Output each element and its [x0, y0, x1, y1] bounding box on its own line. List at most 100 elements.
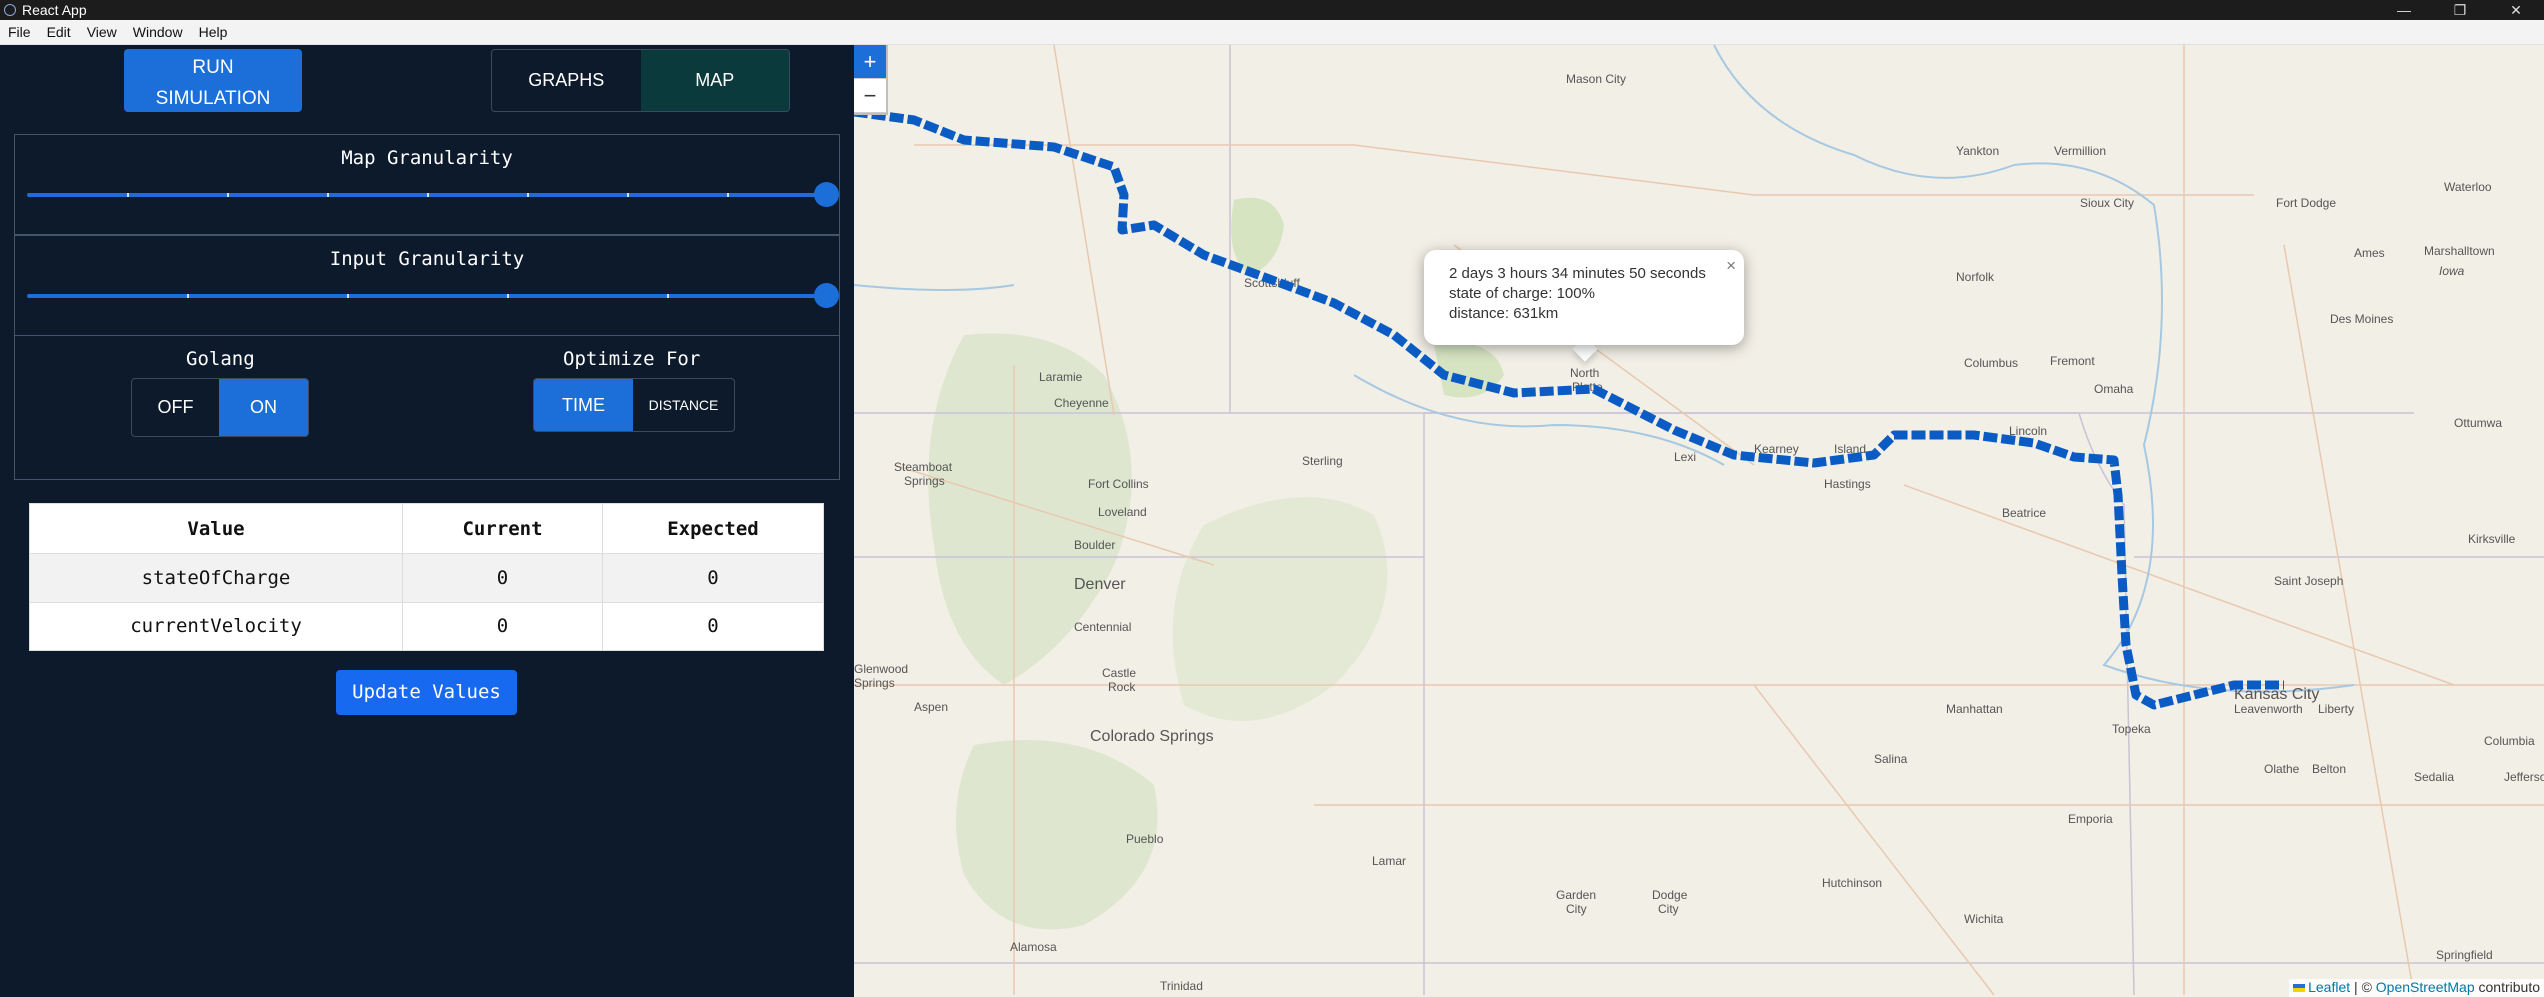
svg-text:Springs: Springs: [854, 676, 895, 690]
window-titlebar: React App — ❐ ✕: [0, 0, 2544, 20]
osm-link[interactable]: OpenStreetMap: [2376, 979, 2475, 995]
svg-text:Rock: Rock: [1108, 680, 1136, 694]
golang-title: Golang: [186, 348, 255, 370]
map-granularity-title: Map Granularity: [341, 147, 513, 169]
input-granularity-panel: Input Granularity: [14, 235, 840, 336]
svg-text:Colorado Springs: Colorado Springs: [1090, 728, 1214, 745]
ukraine-flag-icon: [2293, 984, 2306, 992]
view-toggle: GRAPHS MAP: [491, 49, 790, 112]
svg-text:Denver: Denver: [1074, 576, 1126, 593]
popup-charge: state of charge: 100%: [1449, 285, 1595, 302]
svg-text:Springs: Springs: [904, 474, 945, 488]
svg-text:Olathe: Olathe: [2264, 762, 2300, 776]
svg-text:Steamboat: Steamboat: [894, 460, 953, 474]
svg-text:Castle: Castle: [1102, 666, 1136, 680]
svg-text:Columbus: Columbus: [1964, 356, 2018, 370]
input-granularity-thumb[interactable]: [814, 283, 839, 308]
svg-text:Marshalltown: Marshalltown: [2424, 244, 2495, 258]
svg-text:Fremont: Fremont: [2050, 354, 2095, 368]
zoom-out-button[interactable]: −: [854, 79, 886, 113]
header-current: Current: [402, 503, 603, 554]
minimize-button[interactable]: —: [2376, 0, 2432, 20]
svg-text:Des Moines: Des Moines: [2330, 312, 2393, 326]
row-expected: 0: [602, 553, 824, 603]
svg-text:Manhattan: Manhattan: [1946, 702, 2003, 716]
svg-text:Garden: Garden: [1556, 888, 1596, 902]
map-granularity-thumb[interactable]: [814, 182, 839, 207]
svg-text:Hutchinson: Hutchinson: [1822, 876, 1882, 890]
optimize-toggle: TIME DISTANCE: [533, 378, 735, 432]
svg-text:Lamar: Lamar: [1372, 854, 1406, 868]
optimize-time-button[interactable]: TIME: [534, 379, 634, 431]
svg-text:Mason City: Mason City: [1566, 72, 1626, 86]
svg-text:Leavenworth: Leavenworth: [2234, 702, 2303, 716]
popup-duration: 2 days 3 hours 34 minutes 50 seconds: [1449, 265, 1706, 282]
map-tab[interactable]: MAP: [640, 50, 789, 111]
svg-text:Pueblo: Pueblo: [1126, 832, 1164, 846]
control-panel: RUN SIMULATION GRAPHS MAP Map Granularit…: [0, 45, 854, 997]
input-granularity-title: Input Granularity: [329, 248, 525, 270]
table-row: stateOfCharge 0 0: [29, 553, 824, 603]
svg-text:Alamosa: Alamosa: [1010, 940, 1057, 954]
svg-text:Boulder: Boulder: [1074, 538, 1115, 552]
svg-text:Trinidad: Trinidad: [1160, 979, 1203, 993]
menubar: File Edit View Window Help: [0, 20, 2544, 45]
menu-edit[interactable]: Edit: [39, 24, 79, 40]
row-expected: 0: [602, 601, 824, 651]
zoom-in-button[interactable]: +: [854, 45, 886, 79]
map-granularity-panel: Map Granularity: [14, 134, 840, 235]
svg-text:Omaha: Omaha: [2094, 382, 2134, 396]
values-table: Value Current Expected stateOfCharge 0 0…: [29, 503, 824, 651]
update-values-button[interactable]: Update Values: [336, 670, 517, 715]
svg-text:Kirksville: Kirksville: [2468, 532, 2516, 546]
svg-text:Fort Dodge: Fort Dodge: [2276, 196, 2336, 210]
svg-text:Ottumwa: Ottumwa: [2454, 416, 2502, 430]
row-current: 0: [402, 601, 603, 651]
svg-text:Columbia: Columbia: [2484, 734, 2535, 748]
svg-text:Hastings: Hastings: [1824, 477, 1871, 491]
svg-text:Loveland: Loveland: [1098, 505, 1147, 519]
row-name: stateOfCharge: [29, 553, 403, 603]
svg-text:Vermillion: Vermillion: [2054, 144, 2106, 158]
svg-text:Cheyenne: Cheyenne: [1054, 396, 1109, 410]
map-view[interactable]: Mason City Yankton Vermillion Waterloo Sio…: [854, 45, 2544, 997]
golang-off-button[interactable]: OFF: [132, 379, 219, 436]
menu-window[interactable]: Window: [125, 24, 191, 40]
svg-text:Beatrice: Beatrice: [2002, 506, 2046, 520]
run-simulation-button[interactable]: RUN SIMULATION: [124, 49, 302, 112]
golang-on-button[interactable]: ON: [219, 379, 308, 436]
menu-help[interactable]: Help: [191, 24, 236, 40]
row-name: currentVelocity: [29, 601, 403, 651]
optimize-distance-button[interactable]: DISTANCE: [633, 379, 734, 431]
maximize-button[interactable]: ❐: [2432, 0, 2488, 20]
svg-text:Sioux City: Sioux City: [2080, 196, 2134, 210]
window-title: React App: [22, 2, 87, 18]
map-canvas[interactable]: Mason City Yankton Vermillion Waterloo Sio…: [854, 45, 2544, 997]
popup-close-icon[interactable]: ×: [1726, 256, 1736, 276]
table-header-row: Value Current Expected: [29, 503, 824, 554]
menu-file[interactable]: File: [0, 24, 39, 40]
svg-text:Yankton: Yankton: [1956, 144, 1999, 158]
header-value: Value: [29, 503, 403, 554]
svg-text:City: City: [1566, 902, 1587, 916]
input-granularity-slider[interactable]: [27, 283, 839, 308]
svg-text:Emporia: Emporia: [2068, 812, 2113, 826]
svg-text:Iowa: Iowa: [2439, 264, 2465, 278]
svg-text:Springfield: Springfield: [2436, 948, 2493, 962]
close-window-button[interactable]: ✕: [2488, 0, 2544, 20]
svg-text:Norfolk: Norfolk: [1956, 270, 1995, 284]
route-popup: × 2 days 3 hours 34 minutes 50 seconds s…: [1424, 250, 1744, 345]
react-app-icon: [4, 4, 16, 16]
svg-text:Laramie: Laramie: [1039, 370, 1083, 384]
svg-text:Lexi: Lexi: [1674, 450, 1696, 464]
options-panel: Golang OFF ON Optimize For TIME DISTANCE: [14, 335, 840, 480]
row-current: 0: [402, 553, 603, 603]
svg-text:Glenwood: Glenwood: [854, 662, 908, 676]
menu-view[interactable]: View: [79, 24, 125, 40]
leaflet-link[interactable]: Leaflet: [2308, 979, 2350, 995]
svg-text:Jefferson: Jefferson: [2504, 770, 2544, 784]
map-granularity-slider[interactable]: [27, 182, 839, 207]
graphs-tab[interactable]: GRAPHS: [492, 50, 641, 111]
svg-text:Salina: Salina: [1874, 752, 1908, 766]
svg-text:Ames: Ames: [2354, 246, 2385, 260]
